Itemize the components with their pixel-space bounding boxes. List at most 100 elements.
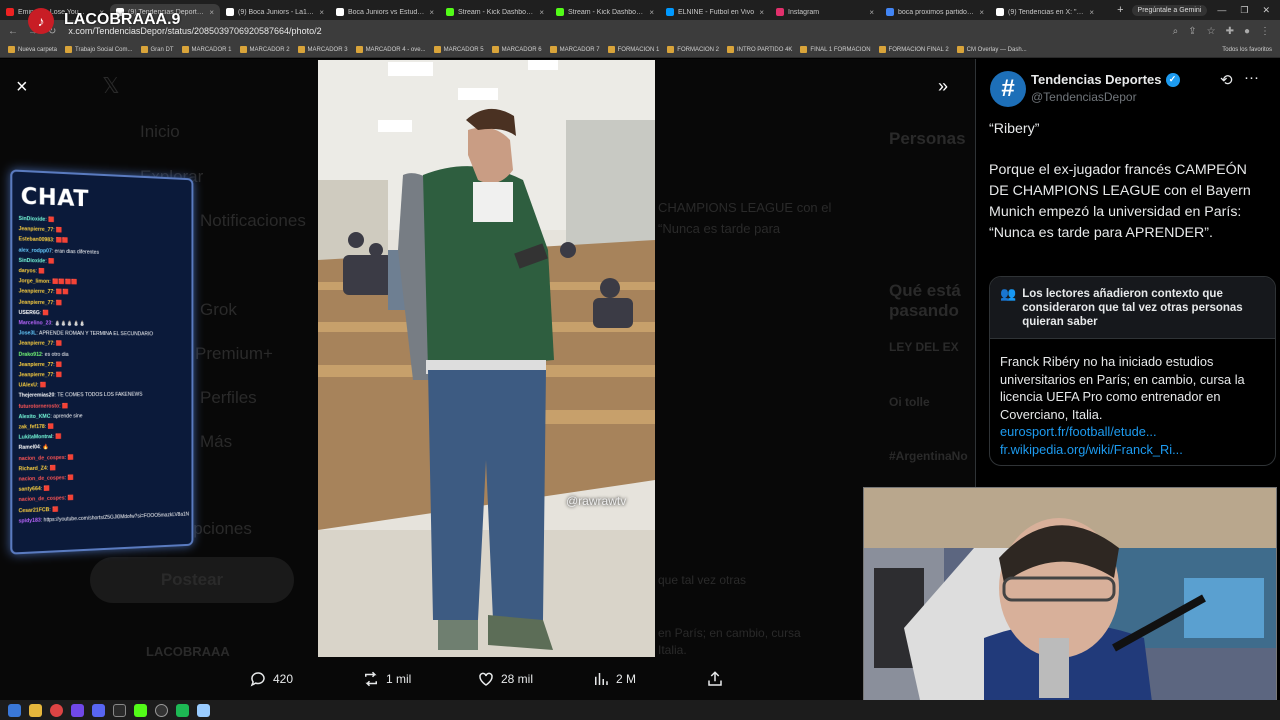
bookmark-item[interactable]: FINAL 1 FORMACION [800,46,871,53]
bookmark-item[interactable]: Nueva carpeta [8,46,57,53]
maximize-icon[interactable]: ❐ [1240,5,1248,16]
bookmark-item[interactable]: MARCADOR 6 [491,46,542,53]
gemini-button[interactable]: Pregúntale a Gemini [1131,4,1208,16]
zoom-icon[interactable]: ⌕ [1173,26,1179,37]
chat-username: zak_fef178 [18,424,45,431]
browser-tab[interactable]: Boca Juniors vs Estudiantes... × [330,4,440,20]
ghost-right-title: Personas [889,129,966,148]
app-icon-4[interactable] [197,703,210,717]
kick-icon[interactable] [134,703,147,717]
grok-icon[interactable]: ⟲ [1220,71,1233,89]
chrome-icon[interactable] [50,703,63,717]
like-button[interactable]: 28 mil [477,668,533,690]
chat-username: futurotornerosto [18,403,60,410]
tab-title: (9) Boca Juniors - La12Tuit... [238,8,315,16]
star-icon[interactable]: ☆ [1207,26,1216,37]
bookmark-label: MARCADOR 1 [191,46,232,53]
back-icon[interactable]: ← [8,26,18,37]
bookmark-item[interactable]: Gran DT [140,46,174,53]
bookmark-item[interactable]: MARCADOR 4 - ove... [355,46,426,53]
display-name[interactable]: Tendencias Deportes ✓ [1031,72,1180,87]
share-icon[interactable]: ⇪ [1188,26,1196,37]
bookmark-item[interactable]: MARCADOR 3 [297,46,348,53]
chat-username: Cesar21FCB [18,506,50,515]
chat-message: Jeanpierre_77: 🟥 [12,360,191,370]
share-post-button[interactable] [706,668,724,690]
bookmark-item[interactable]: MARCADOR 2 [239,46,290,53]
tab-close-icon[interactable]: × [209,8,214,17]
menu-icon[interactable]: ⋮ [1260,26,1270,37]
bookmark-item[interactable]: FORMACION FINAL 2 [878,46,949,53]
taskbar [0,700,1280,720]
user-handle[interactable]: @TendenciasDepor [1031,90,1137,104]
bookmark-icon [491,46,499,53]
stream-chat-overlay: CHAT SinDioxide: 🟥 Jeanpierre_77: 🟥 Esteba… [10,169,194,555]
profile-icon[interactable]: ● [1244,26,1250,37]
display-name-text: Tendencias Deportes [1031,72,1162,87]
browser-tab[interactable]: boca proximos partidos - ... × [880,4,990,20]
bookmark-item[interactable]: CM Overlay — Dash... [956,46,1027,53]
tab-close-icon[interactable]: × [1089,8,1094,17]
reply-button[interactable]: 420 [249,668,293,690]
discord-icon[interactable] [92,703,105,717]
note-link-wikipedia[interactable]: fr.wikipedia.org/wiki/Franck_Ri... [1000,441,1265,459]
tab-close-icon[interactable]: × [429,8,434,17]
note-link-eurosport[interactable]: eurosport.fr/football/etude... [1000,423,1265,441]
bookmark-icon [65,46,73,53]
ghost-nav-0: Inicio [140,122,180,141]
repost-button[interactable]: 1 mil [362,668,411,690]
tab-close-icon[interactable]: × [979,8,984,17]
url-field[interactable]: x.com/TendenciasDepor/status/20850397069… [68,26,1172,36]
file-explorer-icon[interactable] [29,703,42,717]
views-button[interactable]: 2 M [592,668,636,690]
extension-icon[interactable]: ✚ [1226,26,1234,37]
obs-icon[interactable] [155,703,168,717]
avatar[interactable]: # [990,71,1026,107]
bookmark-label: Trabajo Social Com... [75,46,133,53]
browser-tab[interactable]: ELNINE - Futbol en Vivo × [660,4,770,20]
tab-close-icon[interactable]: × [869,8,874,17]
chat-username: spidy183 [18,517,41,525]
chat-username: Jeanpierre_77 [18,340,54,348]
ghost-text-3: que tal vez otras [658,573,747,587]
chat-text: : 🟥🟥 [53,289,69,296]
tab-close-icon[interactable]: × [649,8,654,17]
close-viewer-button[interactable]: × [16,76,28,99]
bookmark-item[interactable]: INTRO PARTIDO 4K [726,46,792,53]
bookmark-item[interactable]: MARCADOR 1 [181,46,232,53]
bookmark-item[interactable]: MARCADOR 5 [433,46,484,53]
browser-tab[interactable]: Stream - Kick Dashboard × [440,4,550,20]
close-window-icon[interactable]: ✕ [1262,5,1270,16]
new-tab-button[interactable]: + [1117,4,1123,16]
browser-tab[interactable]: (9) Boca Juniors - La12Tuit... × [220,4,330,20]
minimize-icon[interactable]: — [1217,5,1226,16]
chat-username: UAlexU [18,382,38,389]
tweet-photo[interactable] [318,60,655,657]
heart-icon [479,672,493,686]
tab-close-icon[interactable]: × [319,8,324,17]
chat-text: : 🟥 [52,434,62,441]
bookmark-item[interactable]: MARCADOR 7 [549,46,600,53]
tab-close-icon[interactable]: × [759,8,764,17]
app-icon-2[interactable] [113,703,126,717]
all-bookmarks-folder[interactable]: Todos los favoritos [1222,47,1272,53]
chat-message: Drako912: es otro dia [12,349,191,360]
browser-tab[interactable]: (9) Tendencias en X: "Em... × [990,4,1100,20]
bookmark-label: Nueva carpeta [18,46,58,53]
bookmark-item[interactable]: FORMACION 2 [667,46,719,53]
app-icon-1[interactable] [71,703,84,717]
chat-username: nacion_de_cospes [18,475,65,483]
tab-close-icon[interactable]: × [539,8,544,17]
chat-username: USER6G [18,309,40,317]
app-icon-3[interactable] [176,703,189,717]
browser-tab[interactable]: Stream - Kick Dashboard × [550,4,660,20]
chat-text: : eran dias diferentes [51,248,99,256]
ghost-account: LACOBRAAA [146,644,230,659]
expand-panel-button[interactable]: » [938,76,948,97]
bookmark-item[interactable]: Trabajo Social Com... [65,46,133,53]
more-options-icon[interactable]: ··· [1244,69,1259,86]
bookmark-item[interactable]: FORMACION 1 [607,46,659,53]
browser-tab[interactable]: Instagram × [770,4,880,20]
community-note-header: 👥 Los lectores añadieron contexto que co… [990,277,1275,339]
start-icon[interactable] [8,703,21,717]
